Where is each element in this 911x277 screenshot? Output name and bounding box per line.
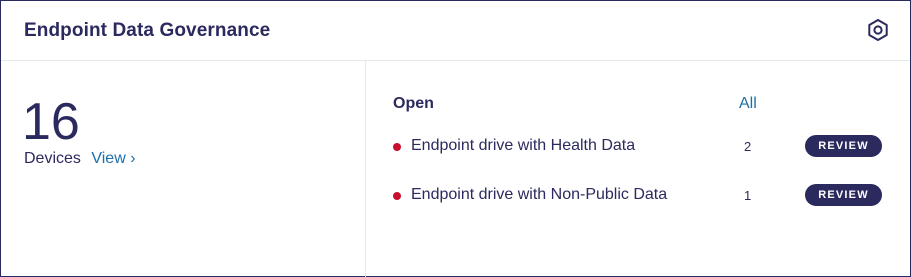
endpoint-governance-card: Endpoint Data Governance 16 Devices View…	[0, 0, 911, 277]
all-link[interactable]: All	[739, 95, 757, 113]
device-count: 16	[22, 93, 80, 151]
devices-row: Devices View ›	[24, 150, 136, 168]
settings-icon[interactable]	[866, 18, 890, 42]
list-item: Endpoint drive with Non-Public Data 1 RE…	[393, 184, 883, 208]
review-button[interactable]: REVIEW	[805, 135, 882, 157]
status-dot-icon	[393, 192, 401, 200]
devices-label: Devices	[24, 150, 81, 167]
item-label: Endpoint drive with Health Data	[411, 137, 636, 154]
card-title: Endpoint Data Governance	[24, 20, 271, 41]
card-header: Endpoint Data Governance	[1, 1, 910, 61]
open-section-title: Open	[393, 95, 434, 112]
review-button[interactable]: REVIEW	[805, 184, 882, 206]
item-label: Endpoint drive with Non-Public Data	[411, 186, 668, 203]
devices-summary: 16 Devices View ›	[1, 61, 366, 277]
list-item: Endpoint drive with Health Data 2 REVIEW	[393, 135, 883, 159]
view-devices-link[interactable]: View ›	[91, 150, 135, 167]
item-count: 1	[744, 188, 752, 203]
hexagon-gear-icon	[868, 19, 888, 41]
item-count: 2	[744, 139, 752, 154]
open-issues-panel: Open All Endpoint drive with Health Data…	[366, 61, 911, 277]
status-dot-icon	[393, 143, 401, 151]
